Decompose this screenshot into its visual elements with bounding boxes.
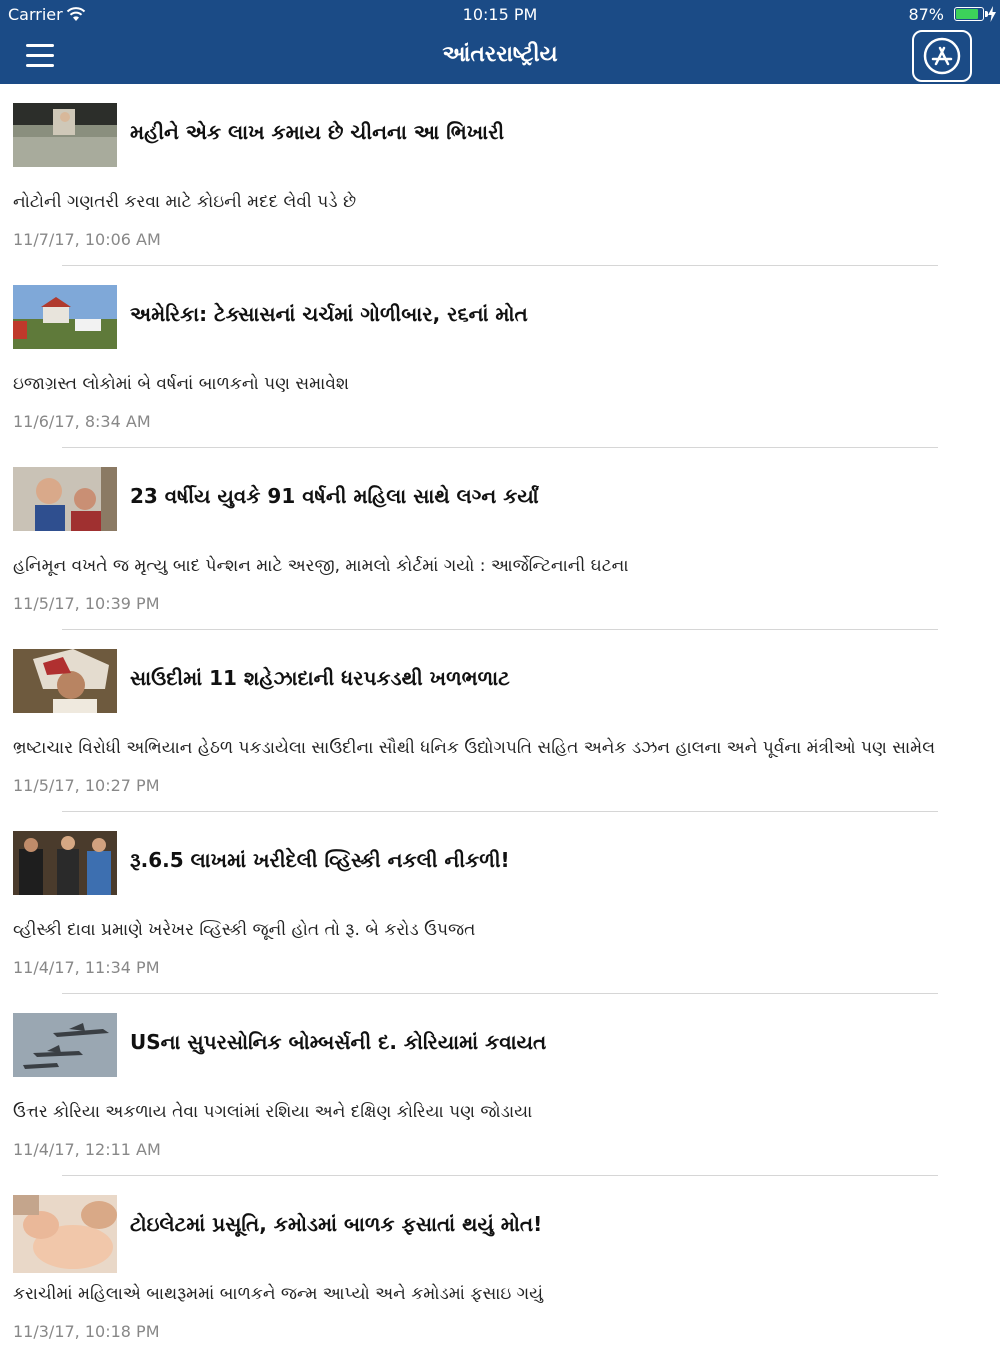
article-item[interactable]: રૂ.6.5 લાખમાં ખરીદેલી વ્હિસ્કી નકલી નીકળ…	[0, 812, 1000, 994]
article-item[interactable]: અમેરિકા: ટેક્સાસનાં ચર્ચમાં ગોળીબાર, ર૬ન…	[0, 266, 1000, 448]
app-store-button[interactable]	[912, 30, 972, 82]
article-title[interactable]: અમેરિકા: ટેક્સાસનાં ચર્ચમાં ગોળીબાર, ર૬ન…	[130, 302, 528, 326]
article-thumbnail[interactable]	[13, 831, 117, 895]
article-timestamp: 11/5/17, 10:27 PM	[13, 776, 160, 795]
article-summary: ભ્રષ્ટાચાર વિરોધી અભિયાન હેઠળ પકડાયેલા સ…	[13, 738, 936, 758]
article-timestamp: 11/7/17, 10:06 AM	[13, 230, 161, 249]
clock: 10:15 PM	[462, 5, 538, 24]
news-feed: મહીને એક લાખ કમાય છે ચીનના આ ભિખારી નોટો…	[0, 84, 1000, 1358]
article-thumbnail[interactable]	[13, 1013, 117, 1077]
article-thumbnail[interactable]	[13, 649, 117, 713]
article-title[interactable]: 23 વર્ષીય યુવકે 91 વર્ષની મહિલા સાથે લગ્…	[130, 484, 539, 508]
article-thumbnail[interactable]	[13, 1195, 117, 1273]
article-thumbnail[interactable]	[13, 467, 117, 531]
status-bar: Carrier 10:15 PM 87%	[0, 0, 1000, 30]
article-timestamp: 11/6/17, 8:34 AM	[13, 412, 151, 431]
article-item[interactable]: મહીને એક લાખ કમાય છે ચીનના આ ભિખારી નોટો…	[0, 84, 1000, 266]
article-title[interactable]: ટોઇલેટમાં પ્રસૂતિ, કમોડમાં બાળક ફસાતાં થ…	[130, 1212, 542, 1236]
article-item[interactable]: સાઉદીમાં 11 શહેઝાદાની ધરપકડથી ખળભળાટ ભ્ર…	[0, 630, 1000, 812]
article-title[interactable]: રૂ.6.5 લાખમાં ખરીદેલી વ્હિસ્કી નકલી નીકળ…	[130, 848, 510, 872]
article-summary: નોટોની ગણતરી કરવા માટે કોઇની મદદ લેવી પડ…	[13, 192, 357, 212]
article-timestamp: 11/3/17, 10:18 PM	[13, 1322, 160, 1341]
article-title[interactable]: USના સુપરસોનિક બોમ્બર્સની દ. કોરિયામાં ક…	[130, 1030, 546, 1054]
navigation-bar: આંતરરાષ્ટ્રીય	[0, 30, 1000, 84]
article-title[interactable]: સાઉદીમાં 11 શહેઝાદાની ધરપકડથી ખળભળાટ	[130, 666, 510, 690]
charging-bolt-icon	[988, 6, 996, 22]
article-timestamp: 11/5/17, 10:39 PM	[13, 594, 160, 613]
article-timestamp: 11/4/17, 11:34 PM	[13, 958, 160, 977]
article-summary: કરાચીમાં મહિલાએ બાથરૂમમાં બાળકને જન્મ આપ…	[13, 1284, 544, 1304]
app-store-icon	[923, 37, 961, 75]
article-timestamp: 11/4/17, 12:11 AM	[13, 1140, 161, 1159]
article-summary: ઇજાગ્રસ્ત લોકોમાં બે વર્ષનાં બાળકનો પણ સ…	[13, 374, 350, 394]
battery-icon	[954, 7, 988, 21]
battery-percentage: 87%	[908, 5, 944, 24]
article-item[interactable]: USના સુપરસોનિક બોમ્બર્સની દ. કોરિયામાં ક…	[0, 994, 1000, 1176]
article-item[interactable]: ટોઇલેટમાં પ્રસૂતિ, કમોડમાં બાળક ફસાતાં થ…	[0, 1176, 1000, 1358]
article-title[interactable]: મહીને એક લાખ કમાય છે ચીનના આ ભિખારી	[130, 120, 504, 144]
article-summary: હનિમૂન વખતે જ મૃત્યુ બાદ પેન્શન માટે અરજ…	[13, 556, 629, 576]
article-item[interactable]: 23 વર્ષીય યુવકે 91 વર્ષની મહિલા સાથે લગ્…	[0, 448, 1000, 630]
article-thumbnail[interactable]	[13, 285, 117, 349]
article-summary: વ્હીસ્કી દાવા પ્રમાણે ખરેખર વ્હિસ્કી જૂન…	[13, 920, 476, 940]
article-thumbnail[interactable]	[13, 103, 117, 167]
page-title: આંતરરાષ્ટ્રીય	[442, 42, 558, 67]
article-summary: ઉત્તર કોરિયા અકળાય તેવા પગલાંમાં રશિયા અ…	[13, 1102, 533, 1122]
